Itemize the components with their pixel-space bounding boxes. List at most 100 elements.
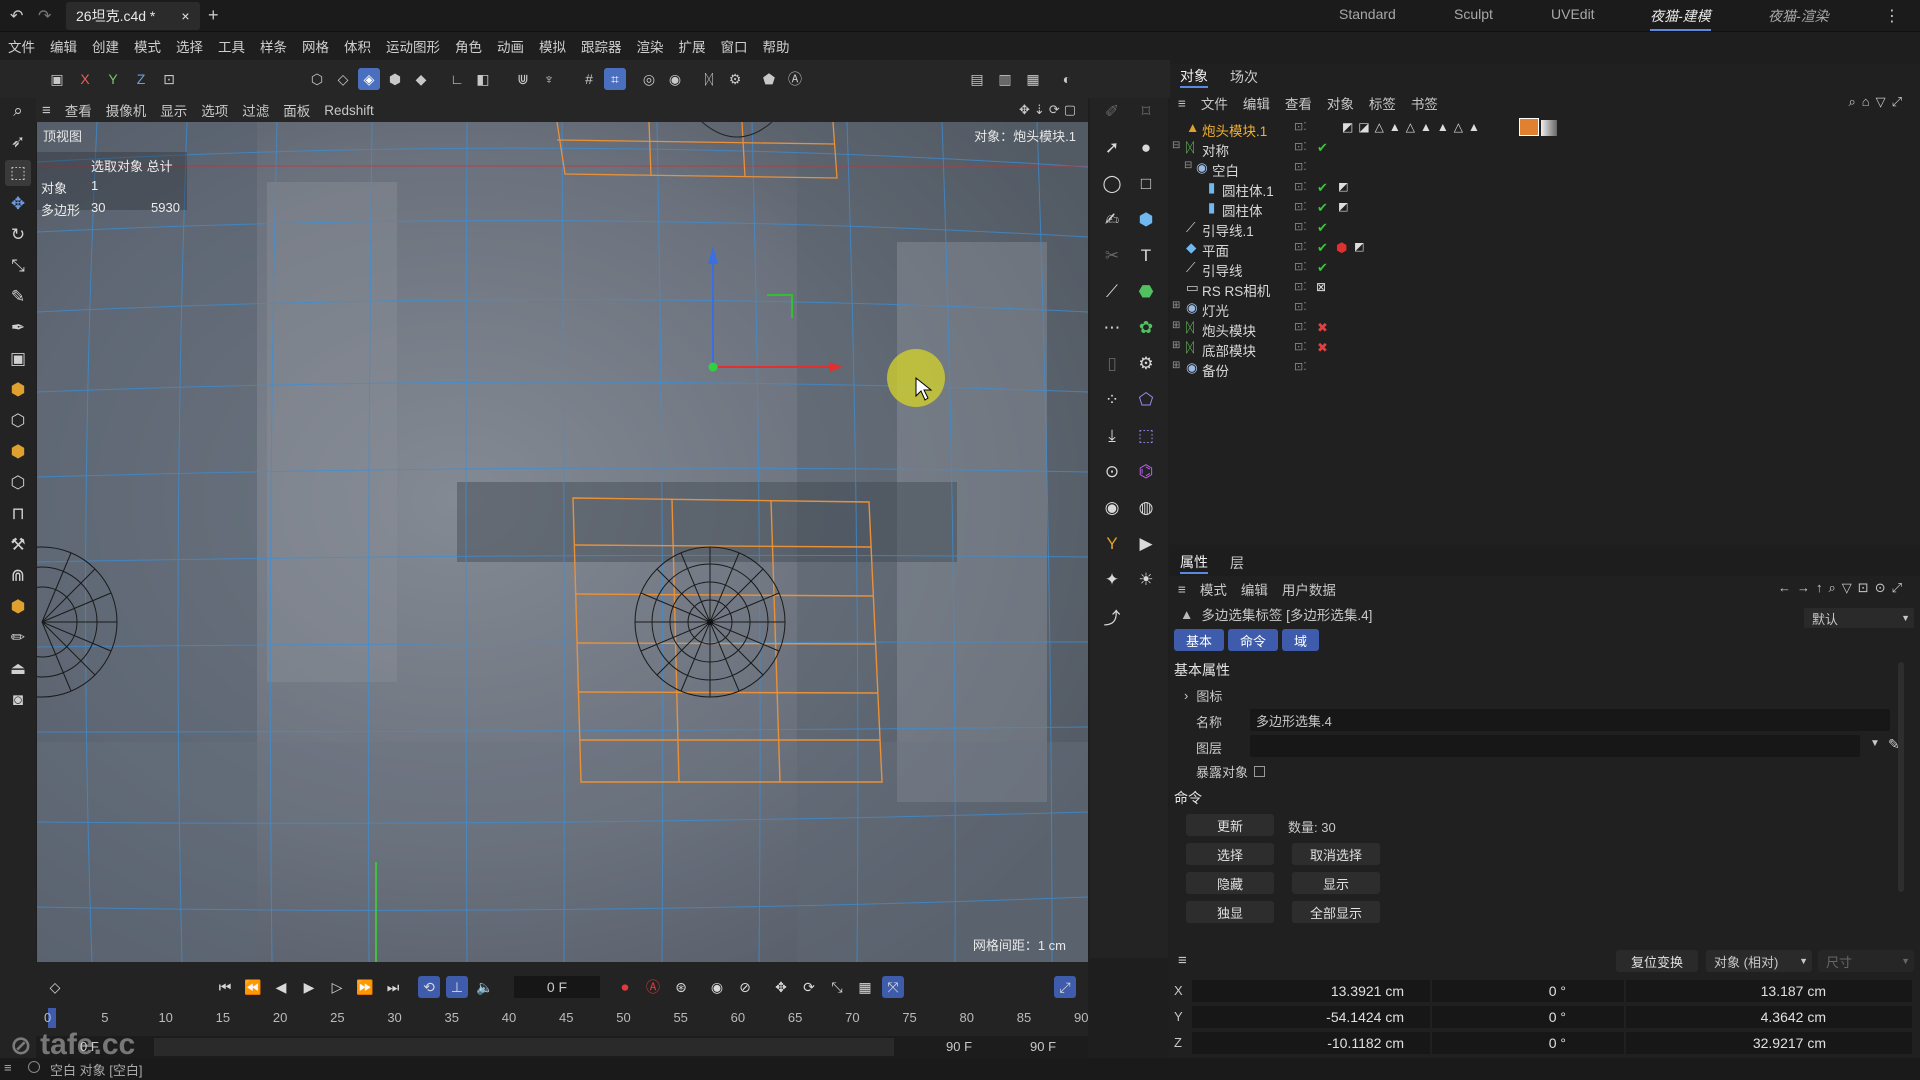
- menu-spline[interactable]: 样条: [260, 36, 287, 56]
- show-button[interactable]: 显示: [1292, 872, 1380, 894]
- y-axis-lock[interactable]: Y: [102, 68, 124, 90]
- visibility-dots[interactable]: ⊡⁚: [1294, 200, 1307, 213]
- menu-edit[interactable]: 编辑: [50, 36, 77, 56]
- range-icon[interactable]: ⊥: [446, 976, 468, 998]
- range-slider[interactable]: [154, 1038, 894, 1056]
- rotation-x-field[interactable]: 0 °: [1432, 980, 1624, 1002]
- z-axis-lock[interactable]: Z: [130, 68, 152, 90]
- select-cursor-icon[interactable]: ➶: [5, 129, 31, 155]
- subtab-field[interactable]: 域: [1282, 629, 1320, 651]
- enabled-check-icon[interactable]: ✔: [1317, 260, 1328, 276]
- name-field[interactable]: 多边形选集.4: [1250, 709, 1890, 731]
- tree-row[interactable]: ◆ 平面 ⊡⁚ ✔ ⬢ ◩: [1170, 240, 1910, 260]
- visibility-dots[interactable]: ⊡⁚: [1294, 240, 1307, 253]
- visibility-dots[interactable]: ⊡⁚: [1294, 360, 1307, 373]
- hamburger-icon[interactable]: ≡: [42, 102, 51, 119]
- prev-frame-icon[interactable]: ◀: [270, 976, 292, 998]
- menu-create[interactable]: 创建: [92, 36, 119, 56]
- vp-menu-redshift[interactable]: Redshift: [324, 103, 374, 118]
- hide-button[interactable]: 隐藏: [1186, 872, 1274, 894]
- export-icon[interactable]: ⤴: [1098, 602, 1126, 630]
- om-menu-tags[interactable]: 标签: [1369, 93, 1396, 113]
- enabled-check-icon[interactable]: ✔: [1317, 220, 1328, 236]
- extrude-icon[interactable]: ⬢: [5, 594, 31, 620]
- om-menu-file[interactable]: 文件: [1201, 93, 1228, 113]
- bend-icon[interactable]: Y: [1098, 530, 1126, 558]
- reset-transform-button[interactable]: 复位变换: [1616, 950, 1698, 972]
- attribute-scrollbar[interactable]: [1898, 662, 1904, 892]
- tab-takes[interactable]: 场次: [1230, 67, 1258, 87]
- vp-menu-options[interactable]: 选项: [201, 100, 228, 120]
- tree-row[interactable]: ⊞ ◉ 备份 ⊡⁚: [1170, 360, 1910, 380]
- brush-icon[interactable]: ✎: [5, 284, 31, 310]
- x-axis-lock[interactable]: X: [74, 68, 96, 90]
- tree-row[interactable]: ▮ 圆柱体 ⊡⁚ ✔ ◩: [1170, 200, 1910, 220]
- text-icon[interactable]: T: [1132, 242, 1160, 270]
- iron-icon[interactable]: ⏏: [5, 656, 31, 682]
- workplane-icon[interactable]: ⌗: [604, 68, 626, 90]
- light-icon[interactable]: ☀: [1132, 566, 1160, 594]
- edges-mode-icon[interactable]: ◇: [332, 68, 354, 90]
- tab-objects[interactable]: 对象: [1180, 66, 1208, 88]
- menu-extensions[interactable]: 扩展: [679, 36, 706, 56]
- layout-tab-standard[interactable]: Standard: [1339, 6, 1396, 22]
- deformer-icon[interactable]: ⬠: [1132, 386, 1160, 414]
- size-z-field[interactable]: 32.9217 cm: [1626, 1032, 1912, 1054]
- fcurve-icon[interactable]: ⤢: [1054, 976, 1076, 998]
- am-menu-edit[interactable]: 编辑: [1241, 579, 1268, 599]
- magnet-icon[interactable]: ⋒: [5, 563, 31, 589]
- isolate-button[interactable]: 独显: [1186, 901, 1274, 923]
- disabled-x-icon[interactable]: ✖: [1317, 340, 1328, 356]
- visibility-dots[interactable]: ⊡⁚: [1294, 160, 1307, 173]
- disabled-x-icon[interactable]: ✖: [1317, 320, 1328, 336]
- menu-mesh[interactable]: 网格: [302, 36, 329, 56]
- split-icon[interactable]: ▯: [1098, 350, 1126, 378]
- enabled-check-icon[interactable]: ✔: [1317, 180, 1328, 196]
- generator-icon[interactable]: ⬣: [1132, 278, 1160, 306]
- line-cut-icon[interactable]: ⟋: [1098, 278, 1126, 306]
- am-nav-icons[interactable]: ←→↑⌕▽⊡⊙⤢: [1778, 580, 1908, 596]
- camera-tag-icon[interactable]: ⊠: [1316, 280, 1326, 294]
- size-x-field[interactable]: 13.187 cm: [1626, 980, 1912, 1002]
- points-mode-icon[interactable]: ⬡: [306, 68, 328, 90]
- menu-select[interactable]: 选择: [176, 36, 203, 56]
- render-view-icon[interactable]: ▥: [994, 68, 1016, 90]
- document-tab[interactable]: 26坦克.c4d * ×: [66, 2, 200, 30]
- menu-tools[interactable]: 工具: [218, 36, 245, 56]
- hamburger-icon[interactable]: ≡: [1178, 96, 1186, 111]
- magnifier-icon[interactable]: ⌕: [5, 98, 31, 124]
- layout-tab-sculpt[interactable]: Sculpt: [1454, 6, 1493, 22]
- tree-row[interactable]: ⊞ ᛞ 底部模块 ⊡⁚ ✖: [1170, 340, 1910, 360]
- cloner-icon[interactable]: ✿: [1132, 314, 1160, 342]
- hide-icon[interactable]: ⊙: [1098, 458, 1126, 486]
- solo-icon[interactable]: ◎: [638, 68, 660, 90]
- scale-icon[interactable]: ⤡: [5, 253, 31, 279]
- spline-pen-icon[interactable]: ✐: [1098, 98, 1126, 126]
- preset-dropdown[interactable]: 默认 ▼: [1804, 608, 1914, 628]
- paint-icon[interactable]: ✏: [5, 625, 31, 651]
- tab-layers[interactable]: 层: [1230, 553, 1244, 573]
- am-menu-userdata[interactable]: 用户数据: [1282, 579, 1336, 599]
- timeline-ruler[interactable]: 0 5 10 15 20 25 30 35 40 45 50 55 60 65 70 75 80 85 90: [44, 1006, 1088, 1030]
- cube-primitive-icon[interactable]: ⬢: [1132, 206, 1160, 234]
- tree-row[interactable]: ▮ 圆柱体.1 ⊡⁚ ✔ ◩: [1170, 180, 1910, 200]
- add-tab-icon[interactable]: +: [208, 5, 219, 26]
- vp-menu-view[interactable]: 查看: [65, 100, 92, 120]
- subtab-basic[interactable]: 基本: [1174, 629, 1225, 651]
- field-icon[interactable]: ⬚: [1132, 422, 1160, 450]
- visibility-dots[interactable]: ⊡⁚: [1294, 120, 1307, 133]
- tree-row[interactable]: ▭ RS RS相机 ⊡⁚ ⊠: [1170, 280, 1910, 300]
- bridge-icon[interactable]: ⊓: [5, 501, 31, 527]
- tree-row[interactable]: ⟋ 引导线.1 ⊡⁚ ✔: [1170, 220, 1910, 240]
- om-menu-bookmarks[interactable]: 书签: [1411, 93, 1438, 113]
- size-y-field[interactable]: 4.3642 cm: [1626, 1006, 1912, 1028]
- show-all-button[interactable]: 全部显示: [1292, 901, 1380, 923]
- motion-icon[interactable]: ◉: [706, 976, 728, 998]
- tag-icon[interactable]: ◩: [1338, 180, 1348, 193]
- more-icon[interactable]: ⋮: [1884, 6, 1900, 26]
- layer-cube-icon[interactable]: ⬢: [5, 439, 31, 465]
- enabled-check-icon[interactable]: ✔: [1317, 240, 1328, 256]
- visibility-dots[interactable]: ⊡⁚: [1294, 340, 1307, 353]
- menu-render[interactable]: 渲染: [637, 36, 664, 56]
- go-end-icon[interactable]: ⏭: [382, 976, 404, 998]
